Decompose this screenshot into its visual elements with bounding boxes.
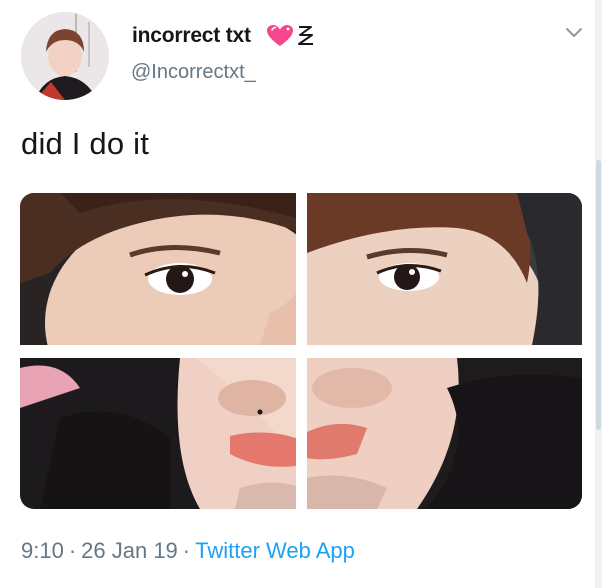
scrollbar-thumb[interactable] [596, 160, 601, 430]
tweet-text: did I do it [21, 126, 150, 161]
sparkling-heart-icon [266, 24, 294, 48]
media-tile-bottom-right[interactable] [307, 358, 582, 509]
meta-separator: · [182, 538, 191, 563]
avatar[interactable] [21, 12, 109, 100]
tweet-source-link[interactable]: Twitter Web App [195, 538, 355, 563]
meta-separator: · [68, 538, 77, 563]
squiggle-icon [296, 22, 316, 50]
media-grid[interactable] [20, 193, 582, 509]
media-tile-top-right[interactable] [307, 193, 582, 345]
media-tile-top-left[interactable] [20, 193, 296, 345]
tweet-card: incorrect txt @Incorrectxt_ did I do it [0, 0, 602, 588]
tweet-date[interactable]: 26 Jan 19 [81, 538, 178, 563]
tweet-metadata: 9:10 · 26 Jan 19 · Twitter Web App [21, 538, 355, 564]
display-name[interactable]: incorrect txt [132, 24, 251, 48]
tweet-time[interactable]: 9:10 [21, 538, 64, 563]
media-tile-bottom-left[interactable] [20, 358, 296, 509]
user-handle[interactable]: @Incorrectxt_ [131, 61, 256, 84]
chevron-down-icon[interactable] [563, 22, 585, 44]
